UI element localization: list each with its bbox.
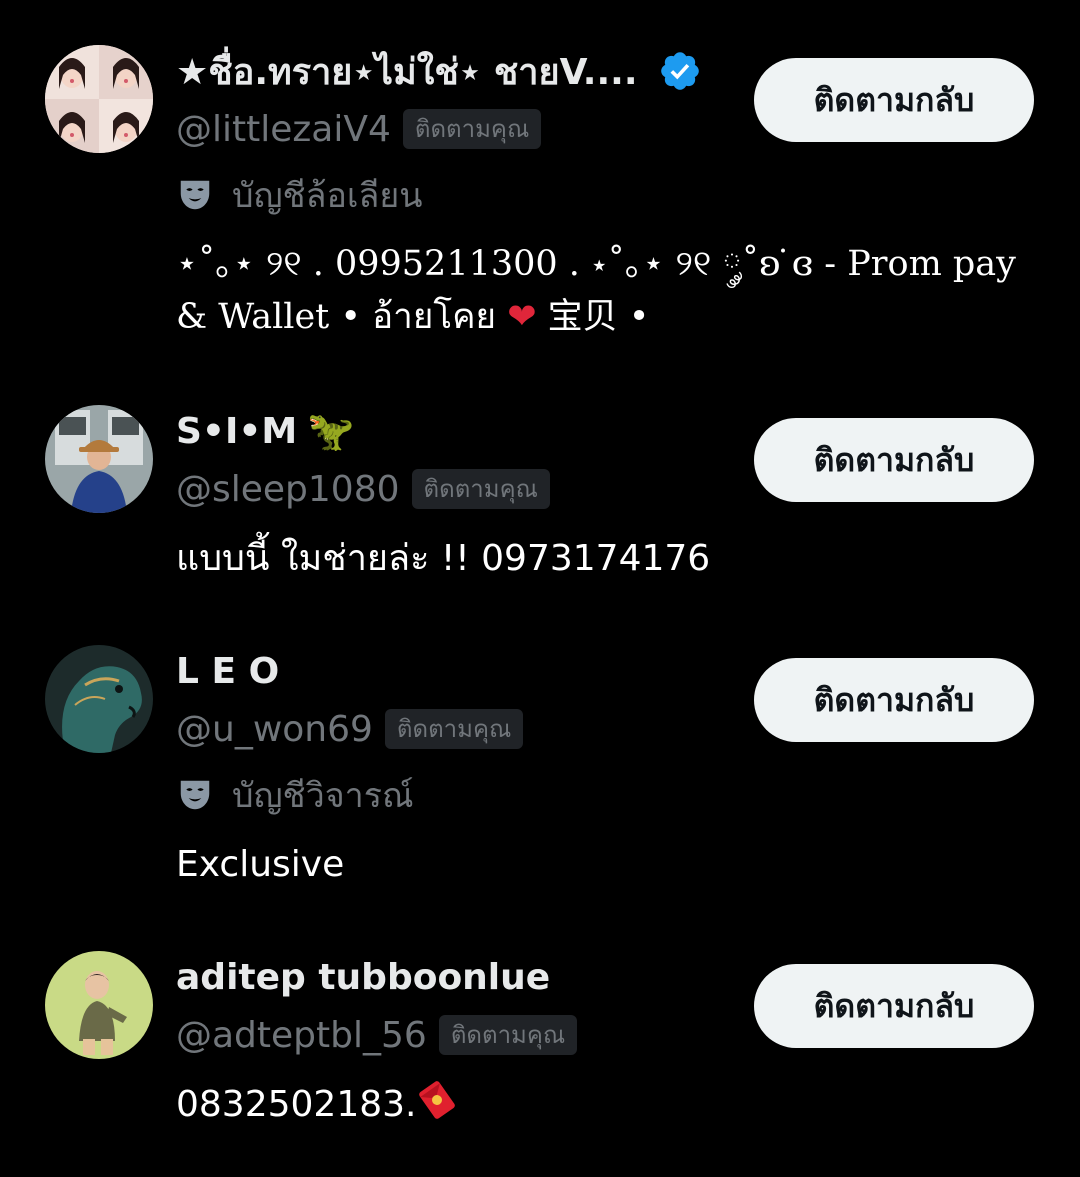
follows-you-badge: ติดตามคุณ bbox=[411, 469, 550, 509]
bio-line: ⋆˚｡⋆ ୨୧ . 0995211300 . ⋆˚｡⋆ ୨୧ ༘˚ʚ ̇ɞ - … bbox=[176, 244, 1016, 284]
red-envelope-icon bbox=[418, 1081, 455, 1119]
display-name[interactable]: S•I•M bbox=[176, 411, 297, 452]
account-label-row: บัญชีล้อเลียน bbox=[176, 166, 736, 224]
account-label-row: บัญชีวิจารณ์ bbox=[176, 766, 736, 824]
follow-back-button[interactable]: ติดตามกลับ bbox=[754, 964, 1034, 1048]
dinosaur-icon: 🦖 bbox=[307, 409, 355, 453]
bio-text: & Wallet • อ้ายโคย bbox=[176, 297, 497, 337]
name-row: L E O bbox=[176, 642, 736, 700]
account-label: บัญชีล้อเลียน bbox=[232, 176, 423, 216]
follow-back-button[interactable]: ติดตามกลับ bbox=[754, 418, 1034, 502]
mask-icon bbox=[180, 180, 210, 210]
avatar-image bbox=[45, 45, 153, 153]
display-name[interactable]: L E O bbox=[176, 651, 279, 692]
bio-text: 0832502183. bbox=[176, 1084, 417, 1125]
user-info: aditep tubboonlue @adteptbl_56 ติดตามคุณ… bbox=[176, 948, 736, 1131]
name-row: S•I•M 🦖 bbox=[176, 402, 736, 460]
display-name[interactable]: ★ชื่อ.ทราย⋆ไม่ใช่⋆ ชายV.... bbox=[176, 43, 638, 100]
handle-row: @adteptbl_56 ติดตามคุณ bbox=[176, 1006, 736, 1064]
follows-you-badge: ติดตามคุณ bbox=[384, 709, 524, 749]
follow-back-button[interactable]: ติดตามกลับ bbox=[754, 658, 1034, 742]
avatar-image bbox=[45, 951, 153, 1059]
handle-row: @sleep1080 ติดตามคุณ bbox=[176, 460, 736, 518]
follows-you-badge: ติดตามคุณ bbox=[402, 109, 542, 149]
account-label: บัญชีวิจารณ์ bbox=[232, 776, 414, 816]
user-handle[interactable]: @adteptbl_56 bbox=[176, 1015, 427, 1056]
handle-row: @u_won69 ติดตามคุณ bbox=[176, 700, 736, 758]
heart-icon: ❤ bbox=[507, 297, 537, 337]
verified-badge-icon[interactable] bbox=[658, 49, 702, 93]
user-handle[interactable]: @littlezaiV4 bbox=[176, 109, 391, 150]
mask-icon bbox=[180, 780, 210, 810]
bio-text: 宝贝 • bbox=[547, 297, 650, 337]
user-handle[interactable]: @sleep1080 bbox=[176, 469, 400, 510]
display-name[interactable]: aditep tubboonlue bbox=[176, 957, 550, 998]
name-row: aditep tubboonlue bbox=[176, 948, 736, 1006]
handle-row: @littlezaiV4 ติดตามคุณ bbox=[176, 100, 736, 158]
user-bio: Exclusive bbox=[176, 844, 345, 885]
user-bio: แบบนี้ ใมช่ายล่ะ !! 0973174176 bbox=[176, 538, 711, 579]
name-row: ★ชื่อ.ทราย⋆ไม่ใช่⋆ ชายV.... bbox=[176, 42, 736, 100]
user-info: ★ชื่อ.ทราย⋆ไม่ใช่⋆ ชายV.... @littlezaiV4… bbox=[176, 42, 1016, 344]
avatar-image bbox=[45, 645, 153, 753]
avatar[interactable] bbox=[45, 951, 153, 1059]
user-handle[interactable]: @u_won69 bbox=[176, 709, 373, 750]
avatar[interactable] bbox=[45, 645, 153, 753]
follow-back-button[interactable]: ติดตามกลับ bbox=[754, 58, 1034, 142]
user-info: S•I•M 🦖 @sleep1080 ติดตามคุณ แบบนี้ ใมช่… bbox=[176, 402, 736, 585]
follows-you-badge: ติดตามคุณ bbox=[438, 1015, 578, 1055]
avatar-image bbox=[45, 405, 153, 513]
user-bio: ⋆˚｡⋆ ୨୧ . 0995211300 . ⋆˚｡⋆ ୨୧ ༘˚ʚ ̇ɞ - … bbox=[176, 238, 1036, 344]
user-bio: 0832502183. bbox=[176, 1078, 736, 1131]
avatar[interactable] bbox=[45, 405, 153, 513]
bio-line: & Wallet • อ้ายโคย ❤ 宝贝 • bbox=[176, 291, 1036, 344]
followers-list: ★ชื่อ.ทราย⋆ไม่ใช่⋆ ชายV.... @littlezaiV4… bbox=[0, 0, 1080, 1177]
user-info: L E O @u_won69 ติดตามคุณ บัญชีวิจารณ์ Ex… bbox=[176, 642, 736, 891]
avatar[interactable] bbox=[45, 45, 153, 153]
